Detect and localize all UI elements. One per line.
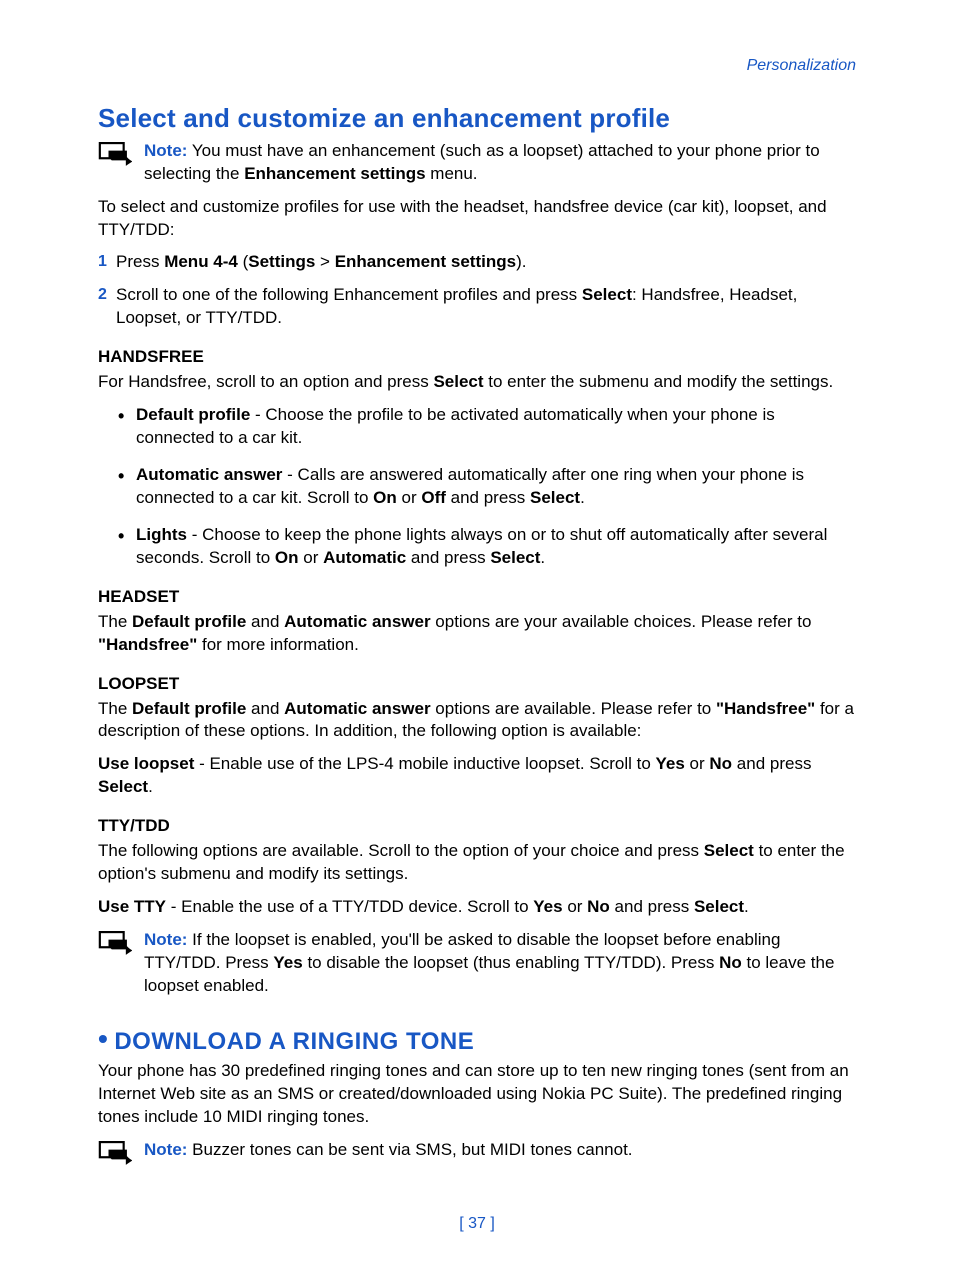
note-text: Note: If the loopset is enabled, you'll …: [144, 929, 856, 998]
subheading-loopset: LOOPSET: [98, 673, 856, 696]
note-buzzer-tones: Note: Buzzer tones can be sent via SMS, …: [98, 1139, 856, 1167]
intro-paragraph: To select and customize profiles for use…: [98, 196, 856, 242]
subheading-handsfree: HANDSFREE: [98, 346, 856, 369]
subheading-headset: HEADSET: [98, 586, 856, 609]
tty-text-1: The following options are available. Scr…: [98, 840, 856, 886]
note-text: Note: You must have an enhancement (such…: [144, 140, 856, 186]
option-automatic-answer: Automatic answer - Calls are answered au…: [118, 464, 856, 510]
steps-list: 1 Press Menu 4-4 (Settings > Enhancement…: [98, 251, 856, 330]
note-enhancement-required: Note: You must have an enhancement (such…: [98, 140, 856, 186]
subheading-tty: TTY/TDD: [98, 815, 856, 838]
option-default-profile: Default profile - Choose the profile to …: [118, 404, 856, 450]
step-2: 2 Scroll to one of the following Enhance…: [98, 284, 856, 330]
heading-download-ringing-tone: •DOWNLOAD A RINGING TONE: [98, 1020, 856, 1058]
tty-text-2: Use TTY - Enable the use of a TTY/TDD de…: [98, 896, 856, 919]
note-icon: [98, 1139, 144, 1167]
header-section-label: Personalization: [98, 55, 856, 77]
option-lights: Lights - Choose to keep the phone lights…: [118, 524, 856, 570]
note-icon: [98, 140, 144, 168]
page-title: Select and customize an enhancement prof…: [98, 101, 856, 136]
download-text: Your phone has 30 predefined ringing ton…: [98, 1060, 856, 1129]
handsfree-options: Default profile - Choose the profile to …: [98, 404, 856, 570]
headset-text: The Default profile and Automatic answer…: [98, 611, 856, 657]
step-1: 1 Press Menu 4-4 (Settings > Enhancement…: [98, 251, 856, 274]
page-number: [ 37 ]: [98, 1213, 856, 1235]
loopset-text-1: The Default profile and Automatic answer…: [98, 698, 856, 744]
note-loopset-disable: Note: If the loopset is enabled, you'll …: [98, 929, 856, 998]
note-text: Note: Buzzer tones can be sent via SMS, …: [144, 1139, 856, 1162]
note-icon: [98, 929, 144, 957]
loopset-text-2: Use loopset - Enable use of the LPS-4 mo…: [98, 753, 856, 799]
handsfree-intro: For Handsfree, scroll to an option and p…: [98, 371, 856, 394]
